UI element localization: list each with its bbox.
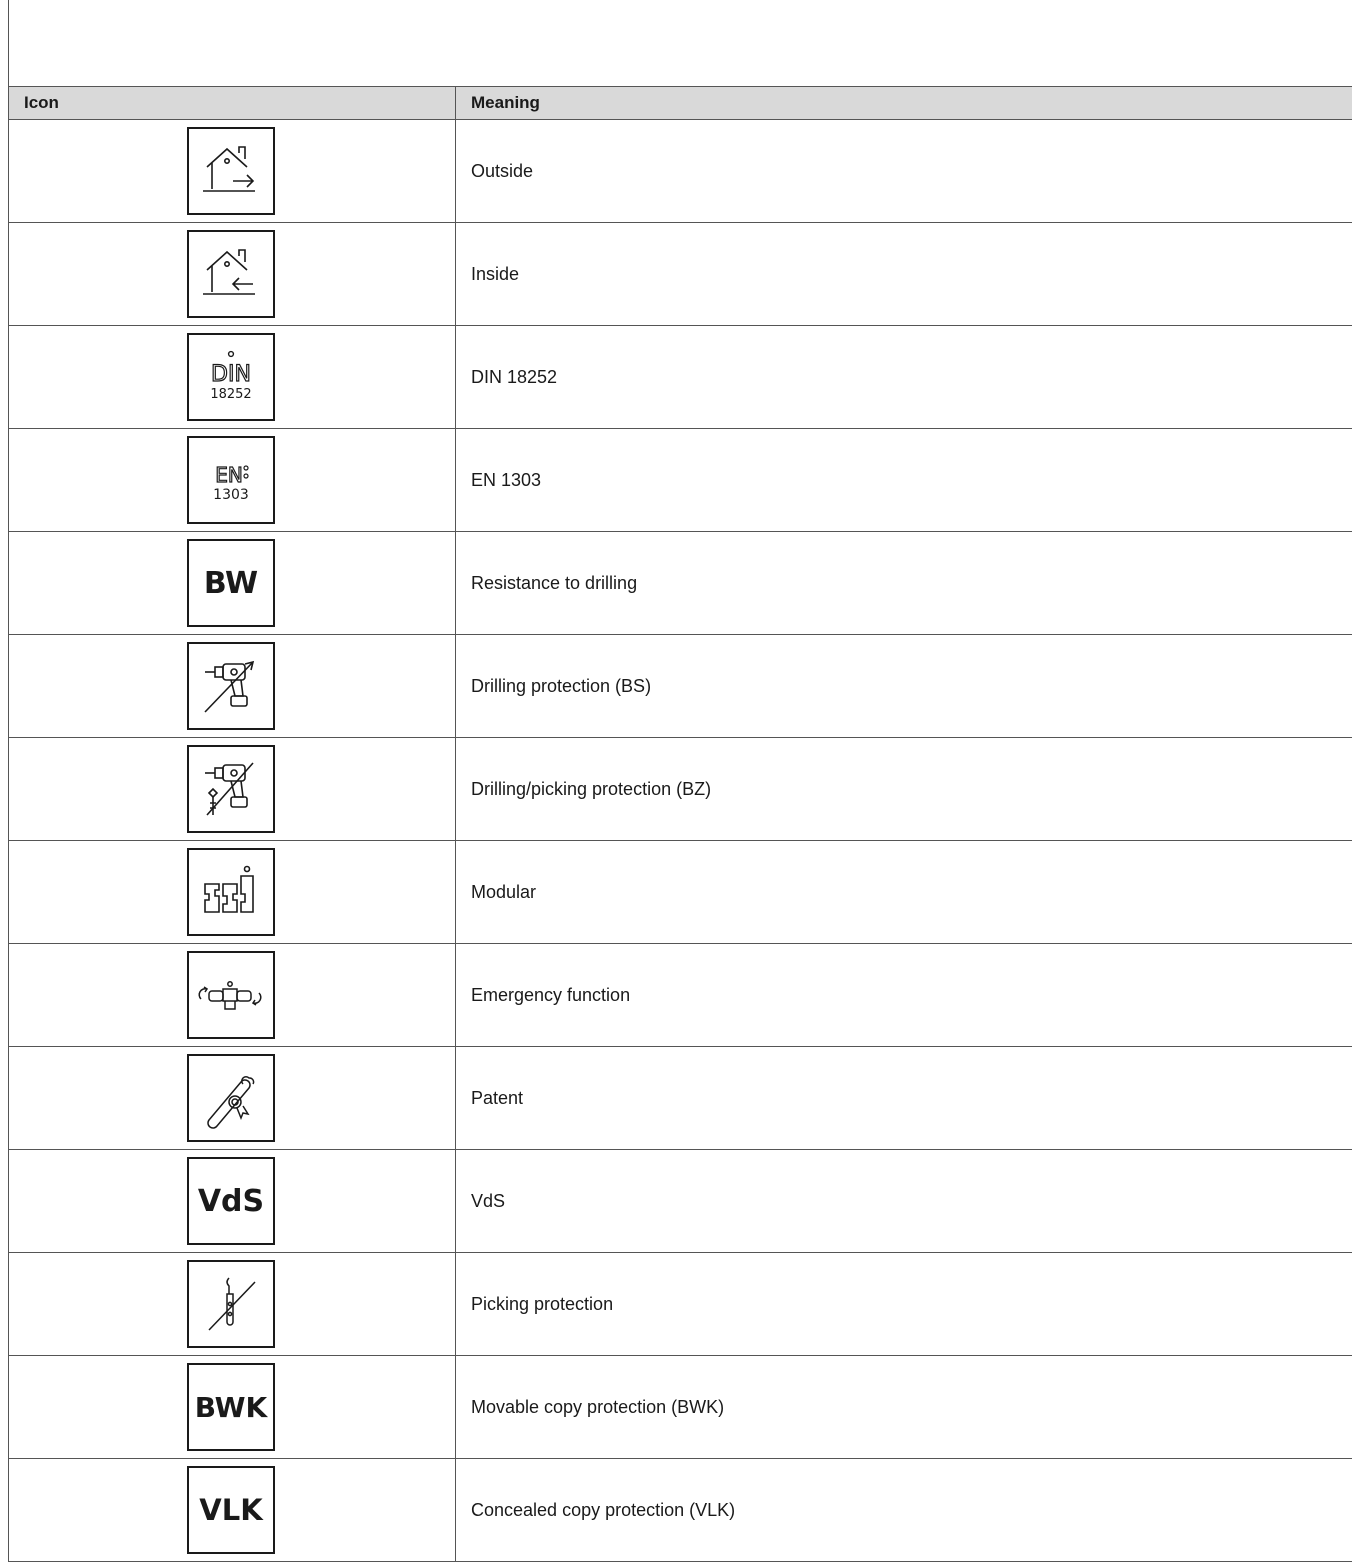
patent-icon [187, 1054, 275, 1142]
meaning-text: Resistance to drilling [456, 532, 1352, 635]
meaning-text: Modular [456, 841, 1352, 944]
meaning-text: EN 1303 [456, 429, 1352, 532]
meaning-text: DIN 18252 [456, 326, 1352, 429]
table-row: Inside [9, 223, 1352, 326]
icon-legend-table: Icon Meaning Outside [8, 86, 1352, 1562]
table-row: Emergency function [9, 944, 1352, 1047]
bw-icon: BW [187, 539, 275, 627]
din-number: 18252 [210, 387, 251, 402]
table-row: Patent [9, 1047, 1352, 1150]
bw-label: BW [204, 566, 258, 601]
drill-pick-protection-icon [187, 745, 275, 833]
icon-column-header: Icon [9, 87, 456, 120]
meaning-column-header: Meaning [456, 87, 1352, 120]
bwk-label: BWK [195, 1391, 267, 1424]
table-row: VLK Concealed copy protection (VLK) [9, 1459, 1352, 1562]
table-row: Picking protection [9, 1253, 1352, 1356]
din-label: DIN [211, 362, 251, 387]
house-inside-icon [187, 230, 275, 318]
drill-protection-icon [187, 642, 275, 730]
meaning-text: Patent [456, 1047, 1352, 1150]
modular-icon [187, 848, 275, 936]
meaning-text: Emergency function [456, 944, 1352, 1047]
vds-label: VdS [198, 1184, 264, 1219]
table-row: Drilling/picking protection (BZ) [9, 738, 1352, 841]
en-number: 1303 [213, 487, 249, 503]
table-row: EN 1303 EN 1303 [9, 429, 1352, 532]
picking-protection-icon [187, 1260, 275, 1348]
en-1303-icon: EN 1303 [187, 436, 275, 524]
emergency-function-icon [187, 951, 275, 1039]
meaning-text: Inside [456, 223, 1352, 326]
meaning-text: Drilling/picking protection (BZ) [456, 738, 1352, 841]
meaning-text: Concealed copy protection (VLK) [456, 1459, 1352, 1562]
meaning-text: Picking protection [456, 1253, 1352, 1356]
table-row: Outside [9, 120, 1352, 223]
meaning-text: Drilling protection (BS) [456, 635, 1352, 738]
table-row: Modular [9, 841, 1352, 944]
bwk-icon: BWK [187, 1363, 275, 1451]
vlk-label: VLK [199, 1493, 262, 1527]
house-outside-icon [187, 127, 275, 215]
din-18252-icon: DIN 18252 [187, 333, 275, 421]
table-row: BW Resistance to drilling [9, 532, 1352, 635]
table-row: Drilling protection (BS) [9, 635, 1352, 738]
vds-icon: VdS [187, 1157, 275, 1245]
table-row: VdS VdS [9, 1150, 1352, 1253]
meaning-text: Outside [456, 120, 1352, 223]
vlk-icon: VLK [187, 1466, 275, 1554]
meaning-text: Movable copy protection (BWK) [456, 1356, 1352, 1459]
table-row: DIN 18252 DIN 18252 [9, 326, 1352, 429]
en-label: EN [215, 463, 243, 487]
meaning-text: VdS [456, 1150, 1352, 1253]
table-header-row: Icon Meaning [9, 87, 1352, 120]
table-row: BWK Movable copy protection (BWK) [9, 1356, 1352, 1459]
